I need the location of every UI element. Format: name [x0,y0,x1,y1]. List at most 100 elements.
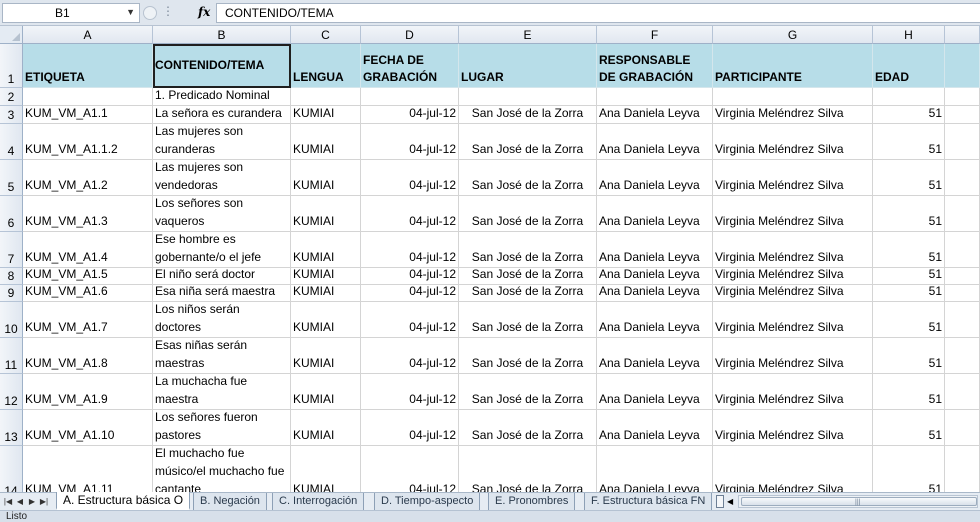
formula-bar-splitter[interactable] [143,6,157,20]
row-header-7[interactable]: 7 [0,232,23,268]
cell-edad[interactable]: 51 [873,302,945,338]
cell-lengua[interactable]: KUMIAI [291,338,361,374]
column-header-g[interactable]: G [713,26,873,44]
cell-etiqueta[interactable]: KUM_VM_A1.8 [23,338,153,374]
cell-fecha[interactable]: 04-jul-12 [361,196,459,232]
cell-edad[interactable]: 51 [873,285,945,302]
cell-lengua[interactable]: LENGUA [291,44,361,88]
cell-responsable[interactable]: Ana Daniela Leyva [597,410,713,446]
cell-fecha[interactable]: 04-jul-12 [361,374,459,410]
cell-overflow[interactable] [945,44,980,88]
cell-lengua[interactable]: KUMIAI [291,268,361,285]
cell-responsable[interactable] [597,88,713,106]
cell-participante[interactable]: Virginia Meléndrez Silva [713,285,873,302]
cell-lugar[interactable]: San José de la Zorra [459,196,597,232]
cell-etiqueta[interactable]: KUM_VM_A1.3 [23,196,153,232]
horizontal-scrollbar[interactable]: ||| [738,495,978,508]
cell-lugar[interactable]: San José de la Zorra [459,374,597,410]
sheet-tab-4[interactable]: D. Tiempo-aspecto [374,493,481,510]
cell-contenido[interactable]: Las mujeres son curanderas [153,124,291,160]
cell-edad[interactable]: 51 [873,196,945,232]
cell-responsable[interactable]: Ana Daniela Leyva [597,338,713,374]
chevron-down-icon[interactable]: ▼ [126,7,135,17]
cell-lugar[interactable]: San José de la Zorra [459,302,597,338]
cell-overflow[interactable] [945,160,980,196]
cell-contenido[interactable]: La señora es curandera [153,106,291,124]
column-header-f[interactable]: F [597,26,713,44]
cell-overflow[interactable] [945,268,980,285]
cell-edad[interactable]: 51 [873,268,945,285]
cell-overflow[interactable] [945,446,980,492]
cell-fecha[interactable]: 04-jul-12 [361,285,459,302]
cell-edad[interactable]: 51 [873,232,945,268]
cell-participante[interactable] [713,88,873,106]
column-header-b[interactable]: B [153,26,291,44]
cell-lengua[interactable]: KUMIAI [291,106,361,124]
cell-etiqueta[interactable]: KUM_VM_A1.1 [23,106,153,124]
cell-etiqueta[interactable]: KUM_VM_A1.10 [23,410,153,446]
cell-contenido[interactable]: Ese hombre es gobernante/o el jefe [153,232,291,268]
cell-lugar[interactable]: San José de la Zorra [459,106,597,124]
cell-overflow[interactable] [945,410,980,446]
row-header-8[interactable]: 8 [0,268,23,285]
last-sheet-icon[interactable]: ▶| [39,495,49,509]
row-header-9[interactable]: 9 [0,285,23,302]
cell-responsable[interactable]: Ana Daniela Leyva [597,124,713,160]
cell-participante[interactable]: PARTICIPANTE [713,44,873,88]
column-header-d[interactable]: D [361,26,459,44]
cell-contenido[interactable]: CONTENIDO/TEMA [153,44,291,88]
insert-function-icon[interactable]: fx [198,5,210,19]
tab-split-handle[interactable] [716,495,724,508]
cell-participante[interactable]: Virginia Meléndrez Silva [713,232,873,268]
cell-lugar[interactable]: San José de la Zorra [459,285,597,302]
row-header-12[interactable]: 12 [0,374,23,410]
cell-contenido[interactable]: Los niños serán doctores [153,302,291,338]
cell-lugar[interactable]: San José de la Zorra [459,446,597,492]
cell-participante[interactable]: Virginia Meléndrez Silva [713,196,873,232]
cell-lugar[interactable]: San José de la Zorra [459,338,597,374]
cell-lengua[interactable]: KUMIAI [291,285,361,302]
cell-edad[interactable]: 51 [873,160,945,196]
row-header-14[interactable]: 14 [0,446,23,492]
cell-lugar[interactable] [459,88,597,106]
row-header-11[interactable]: 11 [0,338,23,374]
sheet-tab-1[interactable]: A. Estructura básica O [56,492,191,510]
prev-sheet-icon[interactable]: ◀ [15,495,25,509]
select-all-corner[interactable] [0,26,23,44]
spreadsheet-grid[interactable]: ABCDEFGH 1 2 3 4 5 6 7 8 9 10 11 12 13 14 ETIQUETA CON… [0,26,980,492]
cell-contenido[interactable]: Los señores fueron pastores [153,410,291,446]
cell-participante[interactable]: Virginia Meléndrez Silva [713,160,873,196]
cell-participante[interactable]: Virginia Meléndrez Silva [713,410,873,446]
cell-edad[interactable]: EDAD [873,44,945,88]
cell-fecha[interactable]: 04-jul-12 [361,446,459,492]
cell-responsable[interactable]: Ana Daniela Leyva [597,285,713,302]
cell-overflow[interactable] [945,106,980,124]
cell-fecha[interactable]: 04-jul-12 [361,124,459,160]
cell-lengua[interactable]: KUMIAI [291,374,361,410]
cell-edad[interactable]: 51 [873,124,945,160]
cell-participante[interactable]: Virginia Meléndrez Silva [713,268,873,285]
cell-edad[interactable]: 51 [873,446,945,492]
cell-fecha[interactable]: 04-jul-12 [361,160,459,196]
cell-overflow[interactable] [945,232,980,268]
cell-responsable[interactable]: Ana Daniela Leyva [597,160,713,196]
formula-input[interactable]: CONTENIDO/TEMA [216,3,980,23]
cell-responsable[interactable]: Ana Daniela Leyva [597,196,713,232]
cell-lengua[interactable]: KUMIAI [291,160,361,196]
cell-lengua[interactable]: KUMIAI [291,124,361,160]
cell-edad[interactable]: 51 [873,106,945,124]
sheet-tab-3[interactable]: C. Interrogación [272,493,365,510]
cell-contenido[interactable]: Los señores son vaqueros [153,196,291,232]
cell-contenido[interactable]: Esa niña será maestra [153,285,291,302]
cell-fecha[interactable]: 04-jul-12 [361,302,459,338]
cell-responsable[interactable]: Ana Daniela Leyva [597,106,713,124]
cell-contenido[interactable]: La muchacha fue maestra [153,374,291,410]
cell-participante[interactable]: Virginia Meléndrez Silva [713,446,873,492]
cell-lugar[interactable]: San José de la Zorra [459,124,597,160]
cell-overflow[interactable] [945,374,980,410]
cell-responsable[interactable]: Ana Daniela Leyva [597,232,713,268]
cell-edad[interactable] [873,88,945,106]
cell-fecha[interactable]: FECHA DE GRABACIÓN [361,44,459,88]
cell-etiqueta[interactable]: KUM_VM_A1.4 [23,232,153,268]
cell-responsable[interactable]: Ana Daniela Leyva [597,302,713,338]
